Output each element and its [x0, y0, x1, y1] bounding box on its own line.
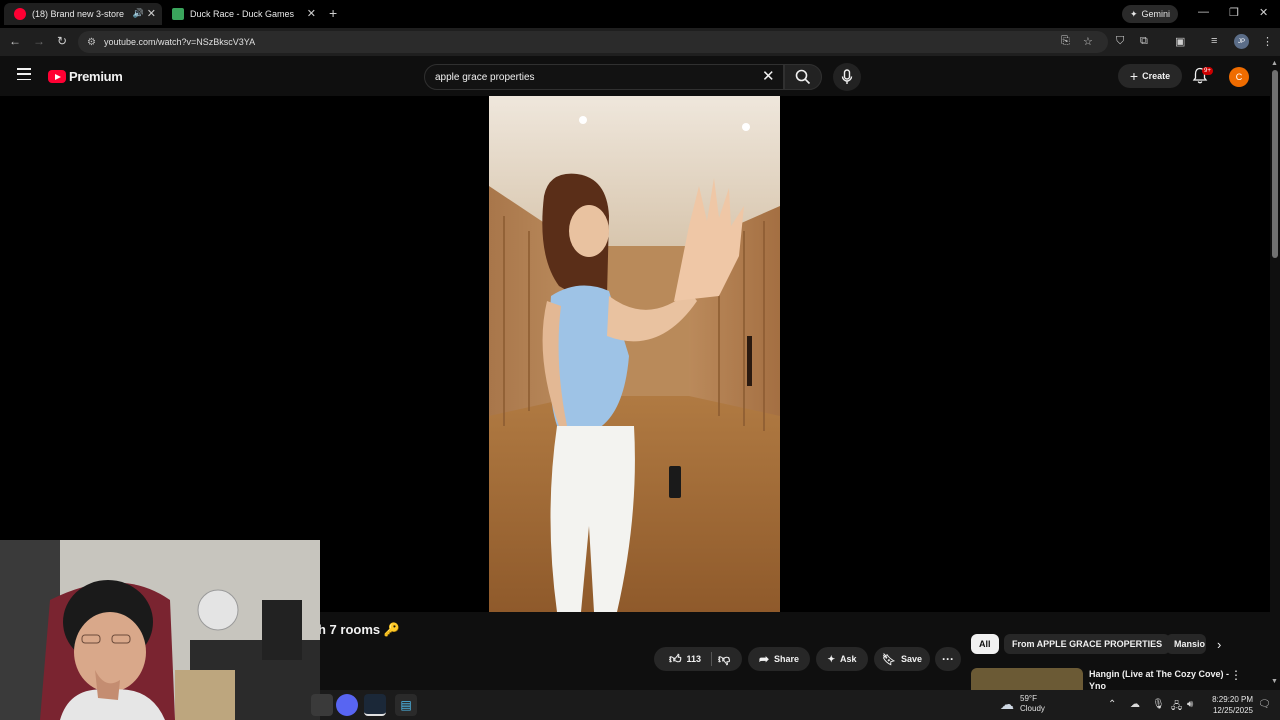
tab-duck-race[interactable]: Duck Race - Duck Games ✕ [162, 3, 322, 25]
chevron-right-icon[interactable]: › [1217, 637, 1221, 652]
scrollbar-thumb[interactable] [1272, 70, 1278, 258]
share-button[interactable]: ➦ Share [748, 647, 810, 671]
close-tab-icon[interactable]: ✕ [307, 7, 316, 20]
minimize-icon[interactable]: — [1198, 6, 1209, 18]
like-count: 113 [686, 654, 702, 664]
share-arrow-icon: ➦ [758, 652, 770, 666]
search-input[interactable]: apple grace properties [424, 64, 784, 90]
clock-date: 12/25/2025 [1212, 706, 1253, 715]
search-icon [795, 69, 811, 85]
site-info-icon[interactable]: ⚙ [87, 37, 96, 48]
close-window-icon[interactable]: ✕ [1259, 6, 1268, 19]
chip-from-channel[interactable]: From APPLE GRACE PROPERTIES [1004, 634, 1171, 654]
chip-mansion[interactable]: Mansio [1166, 634, 1206, 654]
back-icon[interactable]: ← [9, 34, 21, 48]
tray-overflow-chevron-icon[interactable]: ⌃ [1108, 699, 1116, 710]
duck-games-favicon-icon [172, 8, 184, 20]
tab-youtube[interactable]: (18) Brand new 3-storey 🔊 ✕ [4, 3, 162, 25]
system-clock[interactable]: 8:29:20 PM 12/25/2025 [1205, 694, 1253, 716]
recommendation-menu-icon[interactable]: ⋮ [1230, 668, 1242, 682]
weather-temp: 59°F [1020, 694, 1037, 703]
chip-all[interactable]: All [971, 634, 999, 654]
notification-center-icon[interactable]: 🗨︎ [1258, 699, 1271, 710]
youtube-play-logo-icon [48, 70, 66, 83]
video-still-image [489, 96, 780, 612]
microphone-icon [841, 69, 853, 84]
media-control-icon[interactable]: ≡ [1211, 35, 1217, 47]
divider [711, 652, 712, 666]
plus-icon: + [1129, 68, 1139, 84]
reload-icon[interactable]: ↻ [57, 34, 67, 48]
sparkle-icon: ✦ [1130, 8, 1138, 19]
logo-text: Premium [69, 69, 123, 84]
steam-icon[interactable] [364, 694, 386, 716]
new-tab-button[interactable]: + [329, 5, 337, 21]
tab-title: (18) Brand new 3-storey [32, 9, 124, 19]
address-bar[interactable]: ⚙ youtube.com/watch?v=NSzBkscV3YA [78, 31, 1108, 53]
video-title: h 7 rooms 🔑 [318, 622, 400, 637]
ask-button[interactable]: ✦ Ask [816, 647, 868, 671]
bookmark-icon: 🔖︎ [882, 653, 896, 666]
save-button[interactable]: 🔖︎ Save [874, 647, 930, 671]
weather-widget[interactable]: ☁ 59°F Cloudy [1000, 694, 1045, 714]
gemini-label: Gemini [1141, 9, 1171, 19]
weather-desc: Cloudy [1020, 704, 1045, 713]
dislike-button[interactable]: 👎︎ [718, 652, 730, 667]
voice-search-button[interactable] [833, 63, 861, 91]
create-label: Create [1142, 71, 1171, 81]
shield-extension-icon[interactable]: ⛉ [1116, 35, 1124, 48]
scroll-up-arrow-icon[interactable]: ▲ [1271, 60, 1278, 67]
clear-search-icon[interactable]: ✕ [762, 67, 775, 85]
tab-title: Duck Race - Duck Games [190, 9, 295, 19]
browser-profile-avatar[interactable]: JP [1234, 34, 1249, 49]
close-tab-icon[interactable]: ✕ [147, 7, 156, 20]
account-avatar[interactable]: C [1229, 67, 1249, 87]
search-query: apple grace properties [435, 71, 535, 83]
thumbs-up-icon: 👍︎ [668, 651, 682, 666]
forward-icon[interactable]: → [33, 34, 45, 48]
notification-count-badge: 9+ [1202, 67, 1213, 75]
sparkle-icon: ✦ [827, 653, 836, 664]
youtube-favicon-icon [14, 8, 26, 20]
like-dislike-group: 👍︎ 113 👎︎ [654, 647, 742, 671]
microphone-tray-icon[interactable]: 🎙︎ [1152, 699, 1165, 710]
webcam-feed-image [0, 540, 320, 720]
video-frame[interactable] [489, 96, 780, 612]
more-actions-icon[interactable]: ··· [935, 647, 961, 671]
thumbs-down-icon: 👎︎ [718, 652, 731, 666]
webcam-overlay [0, 540, 320, 720]
network-icon[interactable]: 🖧 [1171, 699, 1182, 716]
clock-time: 8:29:20 PM [1212, 695, 1253, 704]
like-button[interactable]: 👍︎ 113 [669, 652, 701, 667]
restore-icon[interactable]: ❐ [1229, 6, 1239, 19]
taskbar-app-icon[interactable] [311, 694, 333, 716]
scroll-down-arrow-icon[interactable]: ▼ [1271, 678, 1278, 685]
save-label: Save [900, 654, 922, 664]
recommendation-thumbnail[interactable] [971, 668, 1083, 690]
browser-menu-icon[interactable]: ⋮ [1262, 35, 1273, 48]
share-label: Share [774, 654, 800, 664]
youtube-premium-logo[interactable]: Premium [48, 69, 123, 84]
discord-icon[interactable] [336, 694, 358, 716]
hamburger-menu-icon[interactable] [17, 68, 31, 80]
recommendation-title[interactable]: Hangin (Live at The Cozy Cove) - Yno [1089, 668, 1229, 690]
create-button[interactable]: + Create [1118, 64, 1182, 88]
notepad-icon[interactable]: ▤ [395, 694, 417, 716]
volume-icon[interactable]: 🔊︎ [1187, 699, 1193, 710]
cloud-icon: ☁ [1000, 695, 1014, 712]
side-panel-icon[interactable]: ▣ [1175, 35, 1185, 48]
extensions-puzzle-icon[interactable]: ⧉ [1140, 35, 1148, 48]
bookmark-star-icon[interactable]: ☆ [1083, 35, 1093, 48]
search-button[interactable] [784, 64, 822, 90]
gemini-button[interactable]: ✦ Gemini [1122, 5, 1179, 23]
speaker-icon[interactable]: 🔊 [133, 8, 144, 19]
onedrive-icon[interactable]: ☁ [1130, 699, 1140, 710]
url-text: youtube.com/watch?v=NSzBkscV3YA [103, 37, 256, 47]
install-app-icon[interactable]: ⎘ [1061, 35, 1070, 48]
ask-label: Ask [840, 654, 857, 664]
